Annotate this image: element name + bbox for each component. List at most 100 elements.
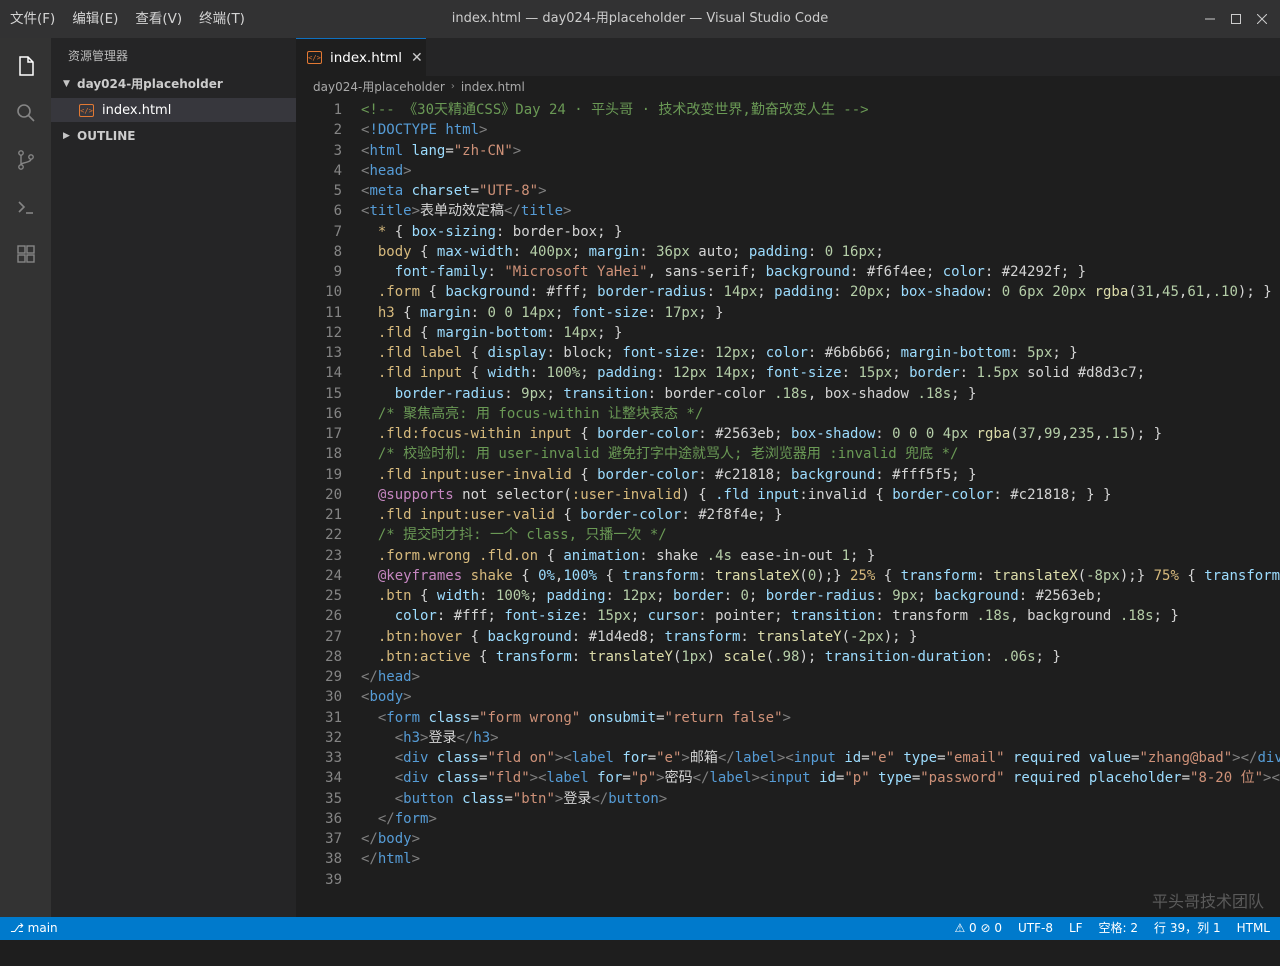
code-line[interactable]: 8 body { max-width: 400px; margin: 36px … xyxy=(296,242,1280,262)
chevron-down-icon: ▼ xyxy=(63,79,70,89)
code-line[interactable]: 20 @supports not selector(:user-invalid)… xyxy=(296,485,1280,505)
line-number: 7 xyxy=(333,223,342,240)
code-line[interactable]: 27 .btn:hover { background: #1d4ed8; tra… xyxy=(296,627,1280,647)
menu-file[interactable]: 文件(F) xyxy=(0,0,62,38)
code-line[interactable]: 34 <div class="fld"><label for="p">密码</l… xyxy=(296,768,1280,788)
code-line[interactable]: 21 .fld input:user-valid { border-color:… xyxy=(296,505,1280,525)
line-number: 13 xyxy=(325,345,342,361)
folder-row[interactable]: ▼ day024-用placeholder xyxy=(51,72,296,96)
branch-indicator[interactable]: ⎇ main xyxy=(10,917,58,940)
code-line[interactable]: 12 .fld { margin-bottom: 14px; } xyxy=(296,323,1280,343)
code-line[interactable]: 5 <meta charset="UTF-8"> xyxy=(296,181,1280,201)
close-window-button[interactable] xyxy=(1250,0,1274,38)
language-mode[interactable]: HTML xyxy=(1229,917,1280,940)
code-line[interactable]: 17 .fld:focus-within input { border-colo… xyxy=(296,424,1280,444)
code-line[interactable]: 2 <!DOCTYPE html> xyxy=(296,120,1280,140)
code-line[interactable]: 25 .btn { width: 100%; padding: 12px; bo… xyxy=(296,586,1280,606)
line-number: 27 xyxy=(325,628,342,645)
menu-edit[interactable]: 编辑(E) xyxy=(62,0,125,38)
code-line[interactable]: 37 </body> xyxy=(296,829,1280,849)
code-line[interactable]: 1 <!-- 《30天精通CSS》Day 24 · 平头哥 · 技术改变世界,勤奋… xyxy=(296,100,1280,120)
line-content: .fld input:user-invalid { border-color: … xyxy=(377,466,977,483)
code-line[interactable]: 9 font-family: "Microsoft YaHei", sans-s… xyxy=(296,262,1280,282)
line-number: 29 xyxy=(325,669,342,685)
code-line[interactable]: 30 <body> xyxy=(296,687,1280,707)
menu-view[interactable]: 查看(V) xyxy=(125,0,189,38)
close-tab-icon[interactable]: ✕ xyxy=(411,50,423,66)
chevron-right-icon: ▶ xyxy=(63,131,70,141)
code-line[interactable]: 24 @keyframes shake { 0%,100% { transfor… xyxy=(296,566,1280,586)
code-line[interactable]: 33 <div class="fld on"><label for="e">邮箱… xyxy=(296,748,1280,768)
code-line[interactable]: 14 .fld input { width: 100%; padding: 12… xyxy=(296,363,1280,383)
code-line[interactable]: 32 <h3>登录</h3> xyxy=(296,728,1280,748)
chevron-right-icon: › xyxy=(450,81,455,92)
code-line[interactable]: 16 /* 聚焦高亮: 用 focus-within 让整块表态 */ xyxy=(296,404,1280,424)
line-number: 17 xyxy=(325,426,342,442)
file-name: index.html xyxy=(102,102,172,118)
indent-indicator[interactable]: 空格: 2 xyxy=(1091,917,1147,940)
line-content: </head> xyxy=(361,669,421,685)
code-line[interactable]: 4 <head> xyxy=(296,161,1280,181)
file-row-index-html[interactable]: </> index.html xyxy=(51,98,296,122)
encoding-indicator[interactable]: UTF-8 xyxy=(1010,917,1061,940)
search-button[interactable] xyxy=(0,89,51,136)
line-content: color: #fff; font-size: 15px; cursor: po… xyxy=(394,608,1179,625)
eol-indicator[interactable]: LF xyxy=(1061,917,1091,940)
line-number: 14 xyxy=(325,365,342,382)
source-control-button[interactable] xyxy=(0,136,51,183)
breadcrumb-file[interactable]: index.html xyxy=(461,76,525,98)
line-content: <!DOCTYPE html> xyxy=(361,122,488,139)
code-line[interactable]: 28 .btn:active { transform: translateY(1… xyxy=(296,647,1280,667)
code-editor[interactable]: 1 <!-- 《30天精通CSS》Day 24 · 平头哥 · 技术改变世界,勤奋… xyxy=(296,100,1280,890)
line-content: @supports not selector(:user-invalid) { … xyxy=(377,486,1112,503)
code-line[interactable]: 36 </form> xyxy=(296,809,1280,829)
line-content: <button class="btn">登录</button> xyxy=(394,790,668,807)
menu-bar: 文件(F) 编辑(E) 查看(V) 终端(T) xyxy=(0,0,252,38)
line-number: 15 xyxy=(325,385,342,402)
code-line[interactable]: 29 </head> xyxy=(296,667,1280,687)
code-line[interactable]: 10 .form { background: #fff; border-radi… xyxy=(296,282,1280,302)
line-content: <div class="fld on"><label for="e">邮箱</l… xyxy=(394,750,1280,766)
outline-section[interactable]: ▶ OUTLINE xyxy=(51,124,296,148)
line-number: 19 xyxy=(325,466,342,483)
code-line[interactable]: 38 </html> xyxy=(296,849,1280,869)
code-line[interactable]: 3 <html lang="zh-CN"> xyxy=(296,141,1280,161)
code-line[interactable]: 26 color: #fff; font-size: 15px; cursor:… xyxy=(296,606,1280,626)
line-content: <!-- 《30天精通CSS》Day 24 · 平头哥 · 技术改变世界,勤奋改… xyxy=(361,102,869,118)
tab-index-html[interactable]: </> index.html ✕ xyxy=(296,38,426,76)
minimize-button[interactable] xyxy=(1198,0,1222,38)
code-line[interactable]: 22 /* 提交时才抖: 一个 class, 只播一次 */ xyxy=(296,525,1280,545)
line-number: 25 xyxy=(325,588,342,604)
code-line[interactable]: 13 .fld label { display: block; font-siz… xyxy=(296,343,1280,363)
line-number: 32 xyxy=(325,729,342,746)
terminal-button[interactable] xyxy=(0,183,51,230)
code-line[interactable]: 15 border-radius: 9px; transition: borde… xyxy=(296,384,1280,404)
line-number: 11 xyxy=(325,304,342,321)
code-line[interactable]: 18 /* 校验时机: 用 user-invalid 避免打字中途就骂人; 老浏… xyxy=(296,444,1280,464)
line-content: <head> xyxy=(361,162,412,179)
code-line[interactable]: 19 .fld input:user-invalid { border-colo… xyxy=(296,465,1280,485)
problems-indicator[interactable]: ⚠ 0 ⊘ 0 xyxy=(946,917,1010,940)
code-line[interactable]: 39 xyxy=(296,870,1280,890)
line-content: </html> xyxy=(361,851,421,868)
code-line[interactable]: 35 <button class="btn">登录</button> xyxy=(296,789,1280,809)
breadcrumb: day024-用placeholder › index.html xyxy=(296,76,1280,98)
code-line[interactable]: 23 .form.wrong .fld.on { animation: shak… xyxy=(296,546,1280,566)
explorer-button[interactable] xyxy=(0,42,51,89)
code-line[interactable]: 7 * { box-sizing: border-box; } xyxy=(296,222,1280,242)
line-content: <meta charset="UTF-8"> xyxy=(361,183,547,199)
breadcrumb-folder[interactable]: day024-用placeholder xyxy=(313,76,445,98)
line-number: 34 xyxy=(325,770,342,787)
html-file-icon: </> xyxy=(307,51,322,64)
menu-terminal[interactable]: 终端(T) xyxy=(189,0,252,38)
minimize-icon xyxy=(1205,18,1215,20)
line-content: .btn:active { transform: translateY(1px)… xyxy=(377,648,1061,665)
extensions-button[interactable] xyxy=(0,230,51,277)
code-line[interactable]: 11 h3 { margin: 0 0 14px; font-size: 17p… xyxy=(296,303,1280,323)
line-number: 38 xyxy=(325,851,342,868)
cursor-position[interactable]: 行 39，列 1 xyxy=(1146,917,1229,940)
maximize-button[interactable] xyxy=(1224,0,1248,38)
line-content: .fld input:user-valid { border-color: #2… xyxy=(377,507,783,523)
code-line[interactable]: 6 <title>表单动效定稿</title> xyxy=(296,201,1280,221)
code-line[interactable]: 31 <form class="form wrong" onsubmit="re… xyxy=(296,708,1280,728)
